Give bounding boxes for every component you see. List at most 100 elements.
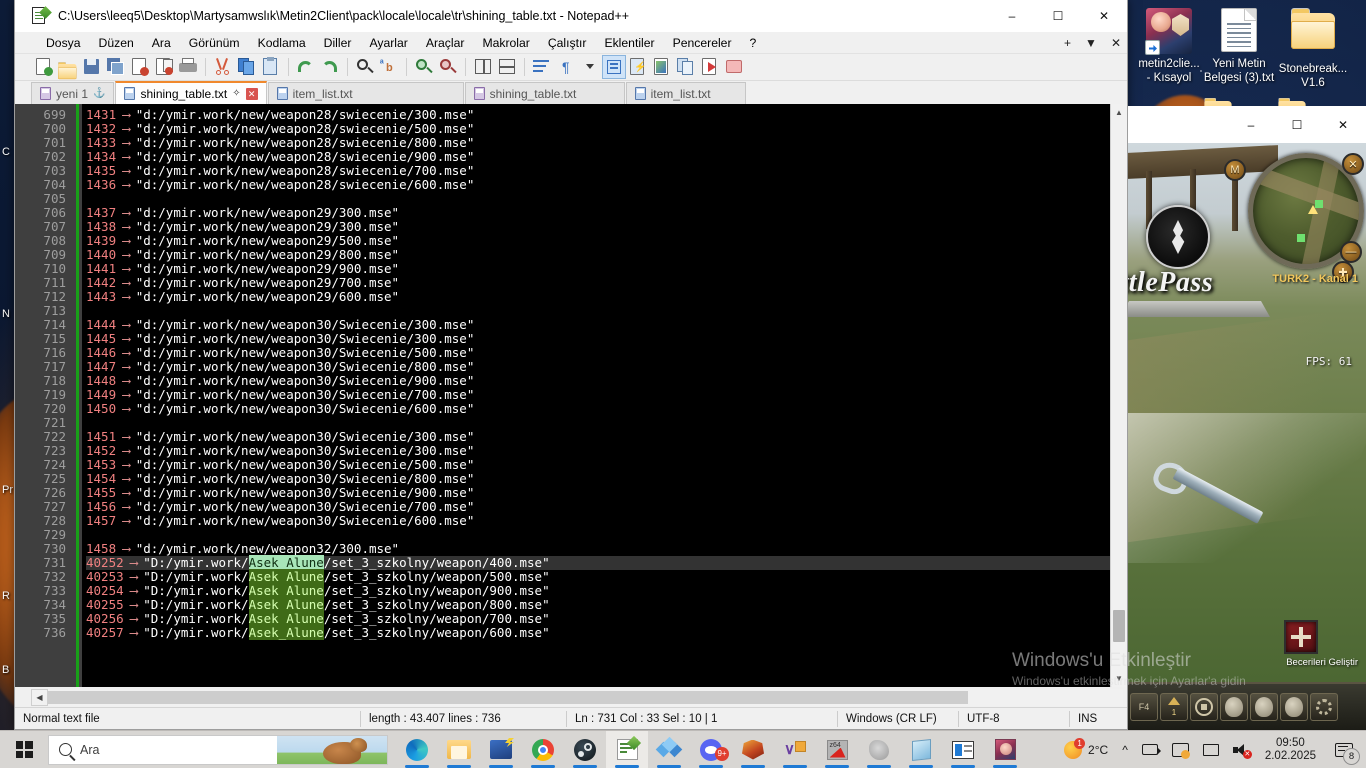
code-line[interactable]: 1438 ⟶ "d:/ymir.work/new/weapon29/300.ms… xyxy=(86,220,1110,234)
menu-ara[interactable]: Ara xyxy=(143,34,180,52)
code-line[interactable]: 40253 ⟶ "D:/ymir.work/Asek_Alune/set_3_s… xyxy=(86,570,1110,584)
slot-skull-3[interactable] xyxy=(1280,693,1308,721)
code-line[interactable]: 1446 ⟶ "d:/ymir.work/new/weapon30/Swiece… xyxy=(86,346,1110,360)
zoom-out-icon[interactable] xyxy=(437,56,459,78)
code-text-area[interactable]: 1431 ⟶ "d:/ymir.work/new/weapon28/swiece… xyxy=(82,104,1110,687)
minimap-close-button[interactable]: ✕ xyxy=(1342,153,1364,175)
code-line[interactable]: 1450 ⟶ "d:/ymir.work/new/weapon30/Swiece… xyxy=(86,402,1110,416)
code-line[interactable]: 40254 ⟶ "D:/ymir.work/Asek_Alune/set_3_s… xyxy=(86,584,1110,598)
tab-shining-table-active[interactable]: shining_table.txt ✧ ✕ xyxy=(115,81,266,104)
code-line[interactable]: 1455 ⟶ "d:/ymir.work/new/weapon30/Swiece… xyxy=(86,486,1110,500)
open-file-icon[interactable] xyxy=(57,56,79,78)
taskbar-app-discord[interactable]: 9+ xyxy=(690,731,732,768)
menu-araclar[interactable]: Araçlar xyxy=(417,34,474,52)
search-input[interactable]: Ara xyxy=(48,735,388,765)
taskbar-app-window-tool[interactable] xyxy=(942,731,984,768)
close-document-icon[interactable]: ✕ xyxy=(1111,36,1121,50)
code-line[interactable]: 1452 ⟶ "d:/ymir.work/new/weapon30/Swiece… xyxy=(86,444,1110,458)
start-button[interactable] xyxy=(0,731,48,768)
menu-makrolar[interactable]: Makrolar xyxy=(473,34,538,52)
camera-tray-icon[interactable] xyxy=(1136,731,1164,768)
code-line[interactable]: 1453 ⟶ "d:/ymir.work/new/weapon30/Swiece… xyxy=(86,458,1110,472)
show-hidden-icons-button[interactable]: ^ xyxy=(1116,731,1134,768)
menu-ayarlar[interactable]: Ayarlar xyxy=(360,34,416,52)
fold-margin[interactable] xyxy=(73,104,82,687)
minimize-button[interactable]: – xyxy=(989,0,1035,32)
tab-close-icon[interactable]: ✕ xyxy=(246,88,258,100)
slot-compass[interactable] xyxy=(1190,693,1218,721)
code-line[interactable]: 40255 ⟶ "D:/ymir.work/Asek_Alune/set_3_s… xyxy=(86,598,1110,612)
slot-skull-1[interactable] xyxy=(1220,693,1248,721)
code-line[interactable] xyxy=(86,192,1110,206)
scroll-left-icon[interactable]: ◀ xyxy=(31,689,48,706)
vertical-scroll-thumb[interactable] xyxy=(1113,610,1125,642)
game-close-button[interactable]: ✕ xyxy=(1320,106,1366,143)
scroll-down-icon[interactable]: ▼ xyxy=(1111,670,1127,687)
horizontal-scroll-thumb[interactable] xyxy=(48,691,968,704)
taskbar-app-dropbox[interactable] xyxy=(648,731,690,768)
code-line[interactable]: 1442 ⟶ "d:/ymir.work/new/weapon29/700.ms… xyxy=(86,276,1110,290)
undo-icon[interactable] xyxy=(295,56,317,78)
new-tab-plus-icon[interactable]: + xyxy=(1064,36,1071,50)
desktop-icon-stonebreaker-folder[interactable]: Stonebreak... V1.6 xyxy=(1270,8,1356,90)
skill-upgrade-icon[interactable] xyxy=(1284,620,1318,654)
scroll-up-icon[interactable]: ▲ xyxy=(1111,104,1127,121)
code-line[interactable]: 1437 ⟶ "d:/ymir.work/new/weapon29/300.ms… xyxy=(86,206,1110,220)
sync-horizontal-icon[interactable] xyxy=(496,56,518,78)
code-line[interactable]: 1447 ⟶ "d:/ymir.work/new/weapon30/Swiece… xyxy=(86,360,1110,374)
taskbar-clock[interactable]: 09:50 2.02.2025 xyxy=(1257,737,1324,763)
chevron-down-icon[interactable]: ▼ xyxy=(1085,36,1097,50)
code-line[interactable]: 40252 ⟶ "D:/ymir.work/Asek_Alune/set_3_s… xyxy=(86,556,1110,570)
tab-item-list-1[interactable]: item_list.txt xyxy=(268,82,464,104)
vertical-scrollbar[interactable]: ▲ ▼ xyxy=(1110,104,1127,687)
titlebar[interactable]: C:\Users\leeq5\Desktop\Martysamwslık\Met… xyxy=(15,0,1127,32)
network-tray-icon[interactable] xyxy=(1197,731,1225,768)
minimap-toggle-button[interactable]: M xyxy=(1224,159,1246,181)
menu-dosya[interactable]: Dosya xyxy=(37,34,90,52)
close-all-icon[interactable] xyxy=(153,56,175,78)
code-line[interactable]: 1451 ⟶ "d:/ymir.work/new/weapon30/Swiece… xyxy=(86,430,1110,444)
taskbar-app-metin2[interactable] xyxy=(732,731,774,768)
taskbar-app-notepadpp[interactable] xyxy=(606,731,648,768)
slot-level-indicator[interactable]: 1 xyxy=(1160,693,1188,721)
code-line[interactable]: 1435 ⟶ "d:/ymir.work/new/weapon28/swiece… xyxy=(86,164,1110,178)
code-line[interactable] xyxy=(86,528,1110,542)
taskbar-app-steam[interactable] xyxy=(564,731,606,768)
game-viewport[interactable]: attlePass M ✕ — ✚ TURK2 - Kanal 1 FPS: 6… xyxy=(1128,143,1366,730)
close-file-icon[interactable] xyxy=(129,56,151,78)
document-map-icon[interactable] xyxy=(651,56,673,78)
menu-help[interactable]: ? xyxy=(741,34,766,52)
taskbar-app-z64[interactable]: z64 xyxy=(816,731,858,768)
slot-skull-2[interactable] xyxy=(1250,693,1278,721)
menu-kodlama[interactable]: Kodlama xyxy=(249,34,315,52)
horizontal-scrollbar[interactable]: ◀ xyxy=(15,687,1127,707)
taskbar-app-visual-studio[interactable]: ∨ xyxy=(774,731,816,768)
menu-duzen[interactable]: Düzen xyxy=(90,34,143,52)
code-line[interactable]: 40257 ⟶ "D:/ymir.work/Asek_Alune/set_3_s… xyxy=(86,626,1110,640)
horizontal-scroll-track[interactable] xyxy=(48,689,1123,706)
replace-icon[interactable]: ᵃb xyxy=(378,56,400,78)
taskbar-app-notes[interactable] xyxy=(900,731,942,768)
tab-shining-table-2[interactable]: shining_table.txt xyxy=(465,82,625,104)
code-line[interactable] xyxy=(86,304,1110,318)
code-line[interactable]: 1449 ⟶ "d:/ymir.work/new/weapon30/Swiece… xyxy=(86,388,1110,402)
menu-gorunum[interactable]: Görünüm xyxy=(180,34,249,52)
code-line[interactable] xyxy=(86,416,1110,430)
cut-icon[interactable] xyxy=(212,56,234,78)
minimap-zoom-out-button[interactable]: — xyxy=(1340,241,1362,263)
sync-vertical-icon[interactable] xyxy=(472,56,494,78)
taskbar-app-edge[interactable] xyxy=(396,731,438,768)
code-line[interactable]: 1432 ⟶ "d:/ymir.work/new/weapon28/swiece… xyxy=(86,122,1110,136)
macro-record-icon[interactable] xyxy=(699,56,721,78)
macro-playback-icon[interactable] xyxy=(723,56,745,78)
toolbar-dropdown-icon[interactable] xyxy=(579,56,601,78)
menu-calistir[interactable]: Çalıştır xyxy=(539,34,596,52)
taskbar-app-chrome[interactable] xyxy=(522,731,564,768)
slot-settings-gear[interactable] xyxy=(1310,693,1338,721)
game-titlebar[interactable]: – ☐ ✕ xyxy=(1128,106,1366,143)
code-line[interactable]: 1443 ⟶ "d:/ymir.work/new/weapon29/600.ms… xyxy=(86,290,1110,304)
code-line[interactable]: 1434 ⟶ "d:/ymir.work/new/weapon28/swiece… xyxy=(86,150,1110,164)
pin-icon[interactable]: ⚓ xyxy=(93,88,105,99)
zoom-in-icon[interactable] xyxy=(413,56,435,78)
copy-icon[interactable] xyxy=(236,56,258,78)
